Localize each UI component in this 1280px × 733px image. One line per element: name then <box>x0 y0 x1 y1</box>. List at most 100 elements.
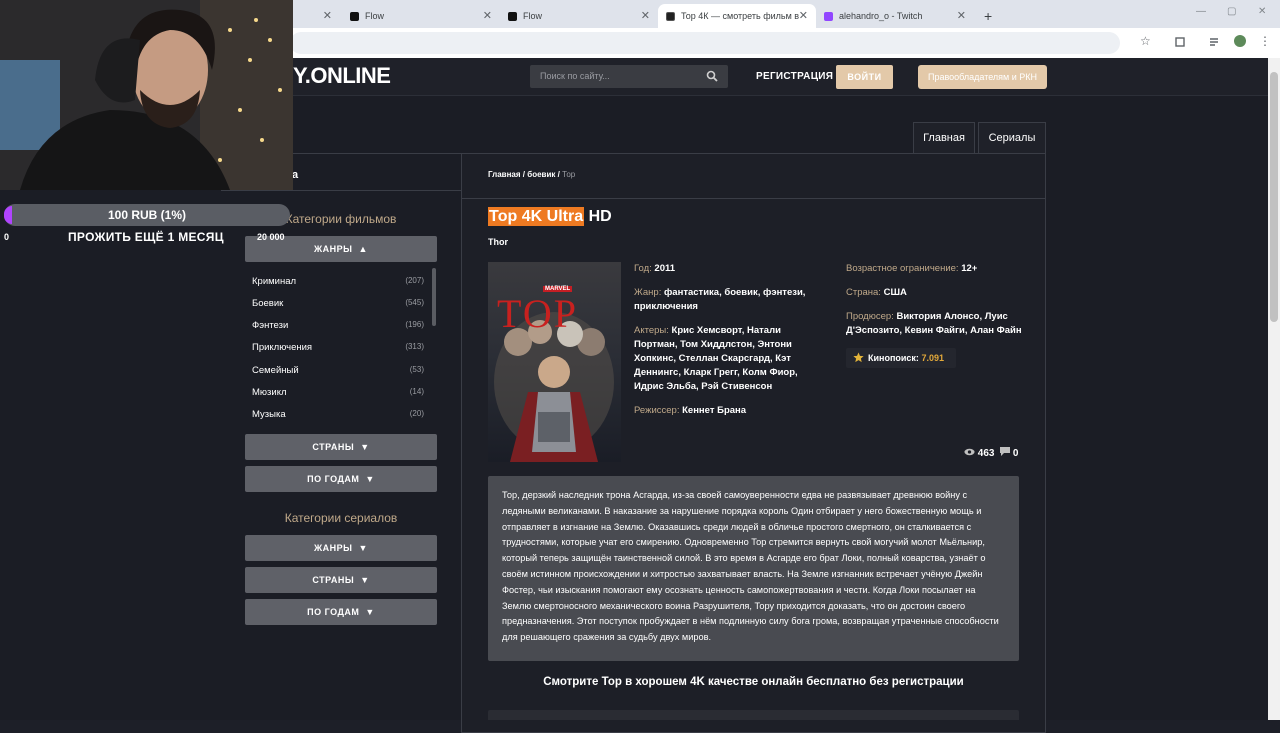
genre-count: (207) <box>405 276 424 285</box>
close-icon[interactable]: ✕ <box>641 9 650 22</box>
title-highlight: Тор 4K Ultra <box>488 207 585 226</box>
page-scrollbar[interactable] <box>1268 58 1280 720</box>
chevron-down-icon: ▼ <box>360 442 370 452</box>
minimize-icon[interactable]: — <box>1196 6 1206 17</box>
list-item[interactable]: Приключения (313) <box>252 342 424 353</box>
director-field: Режиссер: Кеннет Брана <box>634 404 824 418</box>
watch-heading: Смотрите Тор в хорошем 4K качестве онлай… <box>543 676 964 688</box>
extensions-icon[interactable] <box>1174 36 1186 48</box>
genre-count: (545) <box>405 298 424 307</box>
genre-name: Приключения <box>252 342 313 353</box>
search-input[interactable]: Поиск по сайту... <box>530 65 728 88</box>
tab-title: Flow <box>365 11 385 21</box>
page-title: Тор 4K Ultra HD <box>488 207 612 226</box>
producer-field: Продюсер: Виктория Алонсо, Луис Д'Эспози… <box>846 310 1026 338</box>
tab-close-partial[interactable]: ✕ <box>300 4 342 28</box>
browser-tab[interactable]: Flow ✕ <box>342 4 500 28</box>
close-icon[interactable]: ✕ <box>323 9 332 22</box>
country-value: США <box>883 287 907 298</box>
chevron-down-icon: ▼ <box>360 575 370 585</box>
rkn-button[interactable]: Правообладателям и РКН <box>918 65 1047 89</box>
video-player[interactable] <box>488 710 1019 720</box>
years-dropdown[interactable]: ПО ГОДАМ ▼ <box>245 466 437 492</box>
series-countries-dropdown[interactable]: СТРАНЫ ▼ <box>245 567 437 593</box>
list-item[interactable]: Музыка (20) <box>252 409 424 420</box>
breadcrumb-category[interactable]: боевик <box>527 170 555 179</box>
twitch-icon <box>824 11 833 21</box>
tab-home[interactable]: Главная <box>913 122 975 153</box>
list-item[interactable]: Боевик (545) <box>252 298 424 309</box>
menu-icon[interactable]: ⋮ <box>1259 34 1271 48</box>
bookmark-star-icon[interactable]: ☆ <box>1140 34 1151 48</box>
close-icon[interactable]: ✕ <box>799 9 808 22</box>
series-years-dropdown[interactable]: ПО ГОДАМ ▼ <box>245 599 437 625</box>
scrollbar-thumb[interactable] <box>1270 72 1278 322</box>
genre-list-scrollbar[interactable] <box>432 268 436 326</box>
genre-name: Семейный <box>252 365 299 376</box>
browser-tab[interactable]: alehandro_o - Twitch ✕ <box>816 4 974 28</box>
countries-dropdown[interactable]: СТРАНЫ ▼ <box>245 434 437 460</box>
url-field[interactable] <box>290 32 1120 54</box>
maximize-icon[interactable]: ▢ <box>1227 6 1236 17</box>
tab-title: Тор 4К — смотреть фильм в 4 <box>681 11 799 21</box>
close-icon[interactable]: ✕ <box>483 9 492 22</box>
series-years-label: ПО ГОДАМ <box>307 607 360 617</box>
original-title: Thor <box>488 237 508 247</box>
series-categories-title: Категории сериалов <box>284 511 398 525</box>
browser-tab-active[interactable]: Тор 4К — смотреть фильм в 4 ✕ <box>658 4 816 28</box>
star-icon <box>853 352 864 363</box>
breadcrumb: Главная / боевик / Тор <box>488 170 575 179</box>
list-item[interactable]: Криминал (207) <box>252 276 424 287</box>
eye-icon <box>964 448 975 456</box>
divider <box>462 198 1045 199</box>
actors-field: Актеры: Крис Хемсворт, Натали Портман, Т… <box>634 324 824 394</box>
countries-label: СТРАНЫ <box>312 442 355 452</box>
chevron-up-icon: ▲ <box>358 244 368 254</box>
series-countries-label: СТРАНЫ <box>312 575 355 585</box>
register-link[interactable]: РЕГИСТРАЦИЯ <box>756 71 833 82</box>
actors-label: Актеры: <box>634 325 669 336</box>
close-icon[interactable]: ✕ <box>957 9 966 22</box>
flow-icon <box>508 11 517 21</box>
genre-count: (196) <box>405 320 424 329</box>
search-icon[interactable] <box>706 70 718 82</box>
chevron-down-icon: ▼ <box>365 474 375 484</box>
list-item[interactable]: Мюзикл (14) <box>252 387 424 398</box>
series-genres-dropdown[interactable]: ЖАНРЫ ▼ <box>245 535 437 561</box>
browser-tab[interactable]: Flow ✕ <box>500 4 658 28</box>
divider <box>221 190 461 191</box>
genre-name: Боевик <box>252 298 284 309</box>
tab-title: Flow <box>523 11 543 21</box>
chevron-down-icon: ▼ <box>358 543 368 553</box>
breadcrumb-current: Тор <box>562 170 576 179</box>
director-label: Режиссер: <box>634 405 680 416</box>
list-item[interactable]: Фэнтези (196) <box>252 320 424 331</box>
age-field: Возрастное ограничение: 12+ <box>846 262 1026 276</box>
stats: 463 0 <box>964 447 1018 459</box>
new-tab-button[interactable]: + <box>976 4 992 28</box>
site-logo[interactable]: Y.ONLINE <box>293 63 391 89</box>
title-rest: HD <box>588 208 612 225</box>
close-window-icon[interactable]: ✕ <box>1258 6 1266 17</box>
profile-avatar[interactable] <box>1234 35 1246 47</box>
country-label: Страна: <box>846 287 881 298</box>
media-control-icon[interactable] <box>1209 36 1221 48</box>
webcam-overlay <box>0 0 293 190</box>
genre-count: (20) <box>409 409 424 418</box>
kinopoisk-value: 7.091 <box>921 353 944 363</box>
breadcrumb-home[interactable]: Главная <box>488 170 521 179</box>
genre-name: Музыка <box>252 409 286 420</box>
comment-icon <box>1000 447 1011 456</box>
list-item[interactable]: Семейный (53) <box>252 365 424 376</box>
donation-progress-bar: 100 RUB (1%) <box>4 204 290 226</box>
login-button[interactable]: ВОЙТИ <box>836 65 893 89</box>
year-field: Год: 2011 <box>634 262 824 276</box>
poster-title: ТОР <box>497 291 579 336</box>
genre-list: Криминал (207) Боевик (545) Фэнтези (196) П… <box>245 268 437 433</box>
series-genres-label: ЖАНРЫ <box>314 543 353 553</box>
donation-progress-fill <box>4 206 12 224</box>
movie-poster[interactable]: MARVEL ТОР <box>488 262 621 462</box>
breadcrumb-separator: / <box>522 170 526 179</box>
tab-series[interactable]: Сериалы <box>978 122 1046 153</box>
goal-text: ПРОЖИТЬ ЕЩЁ 1 МЕСЯЦ <box>68 230 224 244</box>
